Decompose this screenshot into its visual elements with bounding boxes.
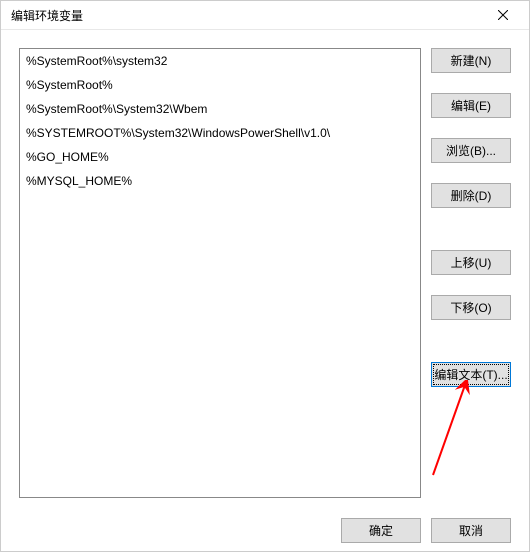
delete-button[interactable]: 删除(D) (431, 183, 511, 208)
cancel-button[interactable]: 取消 (431, 518, 511, 543)
edit-text-button[interactable]: 编辑文本(T)... (431, 362, 511, 387)
browse-button[interactable]: 浏览(B)... (431, 138, 511, 163)
list-item[interactable]: %SystemRoot%\System32\Wbem (20, 97, 420, 121)
button-column: 新建(N) 编辑(E) 浏览(B)... 删除(D) 上移(U) 下移(O) 编… (431, 48, 511, 498)
env-var-dialog: 编辑环境变量 %SystemRoot%\system32 %SystemRoot… (0, 0, 530, 552)
path-listbox[interactable]: %SystemRoot%\system32 %SystemRoot% %Syst… (19, 48, 421, 498)
titlebar: 编辑环境变量 (1, 1, 529, 30)
dialog-content: %SystemRoot%\system32 %SystemRoot% %Syst… (1, 30, 529, 508)
list-item[interactable]: %GO_HOME% (20, 145, 420, 169)
list-item[interactable]: %SystemRoot% (20, 73, 420, 97)
list-item[interactable]: %SYSTEMROOT%\System32\WindowsPowerShell\… (20, 121, 420, 145)
move-down-button[interactable]: 下移(O) (431, 295, 511, 320)
move-up-button[interactable]: 上移(U) (431, 250, 511, 275)
close-icon (498, 10, 508, 20)
close-button[interactable] (483, 1, 523, 29)
dialog-footer: 确定 取消 (1, 508, 529, 557)
new-button[interactable]: 新建(N) (431, 48, 511, 73)
ok-button[interactable]: 确定 (341, 518, 421, 543)
edit-button[interactable]: 编辑(E) (431, 93, 511, 118)
list-item[interactable]: %SystemRoot%\system32 (20, 49, 420, 73)
list-item[interactable]: %MYSQL_HOME% (20, 169, 420, 193)
dialog-title: 编辑环境变量 (11, 7, 483, 24)
